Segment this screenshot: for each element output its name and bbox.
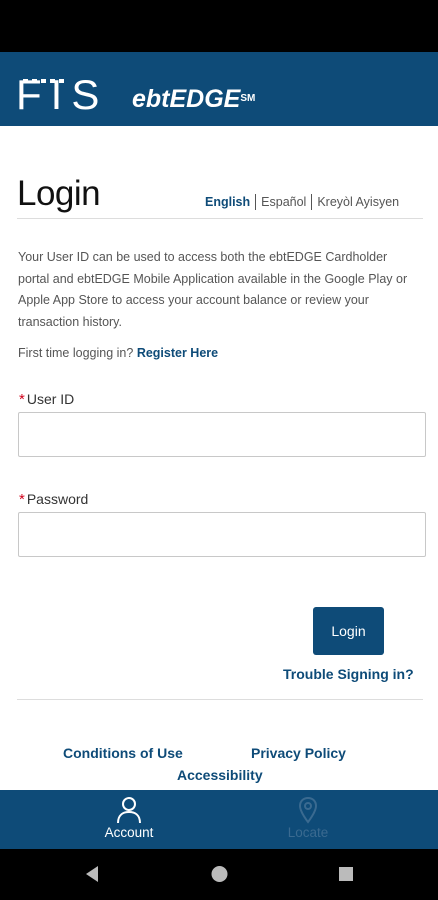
first-time-text: First time logging in? — [18, 346, 134, 360]
status-bar — [0, 0, 438, 52]
person-icon — [117, 797, 141, 824]
trouble-signing-in-link[interactable]: Trouble Signing in? — [283, 666, 414, 682]
language-switcher: English Español Kreyòl Ayisyen — [200, 194, 404, 210]
back-icon[interactable] — [84, 865, 100, 883]
service-mark: SM — [240, 93, 256, 104]
recents-icon[interactable] — [338, 865, 354, 883]
language-spanish-link[interactable]: Español — [256, 195, 311, 209]
user-id-label: * User ID — [19, 391, 74, 408]
fis-logo: FIS — [16, 71, 109, 118]
footer-divider — [17, 699, 423, 700]
ebtedge-logo: ebtEDGESM — [132, 84, 255, 114]
nav-tab-locate[interactable]: Locate — [253, 790, 363, 849]
register-link[interactable]: Register Here — [137, 346, 218, 360]
ebtedge-wordmark: ebtEDGE — [132, 85, 241, 113]
app-header: FIS ebtEDGESM — [0, 52, 438, 126]
password-label-text: Password — [26, 491, 89, 507]
nav-tab-account[interactable]: Account — [74, 790, 184, 849]
nav-tab-locate-label: Locate — [287, 825, 329, 840]
required-marker: * — [19, 391, 25, 408]
intro-text: Your User ID can be used to access both … — [18, 250, 408, 329]
required-marker: * — [19, 491, 25, 508]
location-pin-icon — [298, 796, 318, 824]
login-button[interactable]: Login — [313, 607, 384, 655]
conditions-of-use-link[interactable]: Conditions of Use — [63, 745, 183, 761]
bottom-nav: Account Locate — [0, 790, 438, 849]
page-title: Login — [17, 174, 101, 213]
accessibility-link[interactable]: Accessibility — [177, 767, 263, 783]
privacy-policy-link[interactable]: Privacy Policy — [251, 745, 346, 761]
language-english-link[interactable]: English — [200, 195, 255, 209]
home-icon[interactable] — [211, 865, 228, 883]
nav-tab-account-label: Account — [104, 825, 154, 840]
password-label: * Password — [19, 491, 88, 508]
user-id-label-text: User ID — [26, 391, 75, 407]
password-input[interactable] — [18, 512, 426, 557]
user-id-input[interactable] — [18, 412, 426, 457]
title-divider — [17, 218, 423, 219]
first-time-prompt: First time logging in? Register Here — [18, 346, 218, 360]
android-nav-bar — [0, 849, 438, 900]
language-creole-link[interactable]: Kreyòl Ayisyen — [312, 195, 404, 209]
